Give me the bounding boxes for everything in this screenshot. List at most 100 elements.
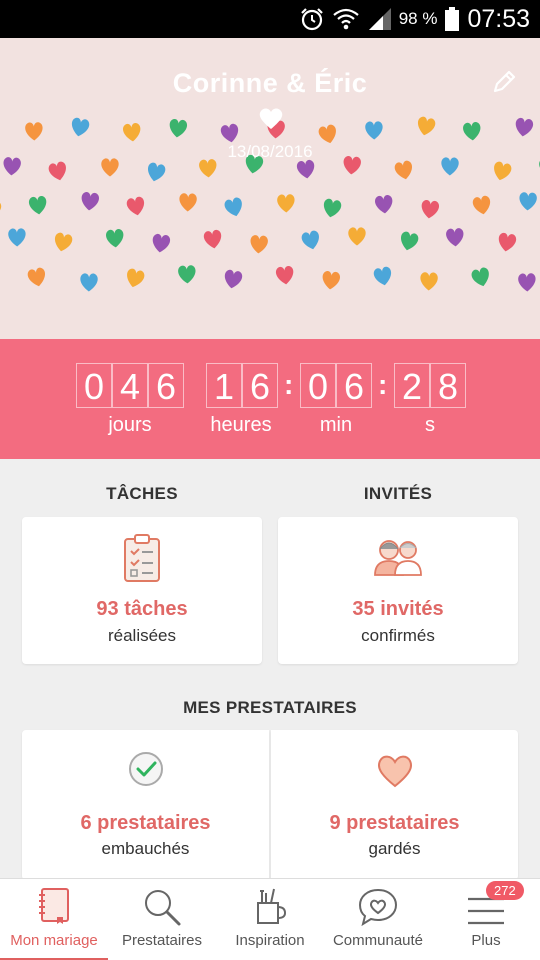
- seconds-label: s: [425, 414, 435, 436]
- alarm-icon: [300, 8, 323, 31]
- pattern-heart: [224, 269, 243, 289]
- days-digit: 6: [148, 363, 184, 408]
- edit-pencil-icon[interactable]: [490, 68, 518, 96]
- signal-icon: [368, 8, 391, 30]
- countdown-banner: 0 4 6 1 6 : 0 6 : 2 8 jours heures min s: [0, 339, 540, 459]
- pattern-heart: [518, 273, 536, 292]
- pattern-heart: [179, 193, 197, 212]
- battery-icon: [445, 7, 460, 31]
- pattern-heart: [394, 160, 413, 180]
- days-digit: 0: [76, 363, 112, 408]
- guests-title: INVITÉS: [363, 484, 433, 503]
- pattern-heart: [8, 228, 26, 247]
- minutes-label: min: [319, 414, 353, 436]
- pattern-heart: [323, 198, 342, 218]
- tab-inspiration[interactable]: Inspiration: [216, 879, 324, 960]
- pattern-heart: [374, 195, 393, 214]
- saved-vendors-subtitle: gardés: [368, 839, 421, 858]
- pattern-heart: [127, 268, 145, 288]
- guests-couple-icon: [374, 540, 422, 576]
- pattern-heart: [122, 123, 141, 142]
- pattern-heart: [275, 265, 294, 285]
- pattern-heart: [301, 230, 319, 250]
- pattern-heart: [203, 229, 222, 249]
- pattern-heart: [126, 196, 145, 216]
- status-bar: 98 % 07:53: [0, 0, 540, 38]
- pattern-heart: [515, 117, 534, 137]
- tab-label: Communauté: [332, 932, 424, 949]
- hours-digit: 1: [206, 363, 242, 408]
- time-separator: :: [284, 369, 294, 400]
- tab-mon-mariage[interactable]: Mon mariage: [0, 879, 108, 960]
- pattern-heart: [48, 161, 66, 181]
- hired-vendors-subtitle: embauchés: [101, 839, 190, 858]
- pattern-heart: [28, 195, 47, 215]
- couple-names: Corinne & Éric: [172, 68, 368, 98]
- pattern-heart: [322, 271, 341, 290]
- pattern-heart: [220, 123, 239, 143]
- tasks-subtitle: réalisées: [107, 626, 177, 645]
- pattern-heart: [224, 197, 242, 217]
- pattern-heart: [519, 192, 537, 211]
- notebook-icon: [39, 888, 69, 924]
- pattern-heart: [420, 272, 438, 291]
- status-clock: 07:53: [467, 4, 530, 33]
- pattern-heart: [71, 117, 90, 137]
- tab-prestataires[interactable]: Prestataires: [108, 879, 216, 960]
- pattern-heart: [417, 116, 436, 136]
- pattern-heart: [348, 227, 366, 246]
- pattern-heart: [250, 235, 268, 254]
- minutes-digit: 0: [300, 363, 336, 408]
- pattern-heart: [54, 232, 73, 252]
- pattern-heart: [373, 266, 392, 286]
- heart-icon: [259, 108, 283, 129]
- pencil-cup-icon: [257, 888, 287, 924]
- wedding-date: 13/08/2016: [227, 142, 313, 161]
- pattern-heart: [365, 121, 383, 140]
- pattern-heart: [178, 265, 196, 284]
- wedding-header: Corinne & Éric 13/08/2016: [0, 38, 540, 339]
- pattern-heart: [463, 122, 481, 141]
- tab-label: Mon mariage: [10, 932, 98, 949]
- clipboard-checklist-icon: [124, 534, 160, 582]
- days-digit: 4: [112, 363, 148, 408]
- pattern-heart: [277, 194, 295, 213]
- minutes-digit: 6: [336, 363, 372, 408]
- check-circle-icon: [128, 752, 163, 786]
- search-icon: [145, 890, 181, 926]
- tasks-count: 93 tâches: [96, 598, 188, 620]
- days-label: jours: [108, 414, 152, 436]
- tab-label: Prestataires: [121, 932, 203, 949]
- pattern-heart: [494, 161, 512, 181]
- pattern-heart: [296, 159, 315, 179]
- pattern-heart: [446, 228, 464, 247]
- pattern-heart: [401, 231, 419, 251]
- hired-vendors-card[interactable]: 6 prestataires embauchés: [22, 730, 269, 880]
- bottom-tab-bar: Mon mariage Prestataires Inspiration Com…: [0, 878, 540, 960]
- pattern-heart: [81, 192, 100, 211]
- hired-vendors-count: 6 prestataires: [80, 812, 211, 834]
- pattern-heart: [169, 118, 188, 138]
- pattern-heart: [498, 232, 517, 252]
- pattern-heart: [148, 162, 166, 182]
- guests-count: 35 invités: [352, 598, 444, 620]
- pattern-heart: [152, 233, 171, 253]
- pattern-heart: [80, 273, 98, 292]
- seconds-digit: 8: [430, 363, 466, 408]
- hours-label: heures: [210, 414, 272, 436]
- heart-icon: [377, 755, 412, 788]
- wifi-icon: [332, 8, 359, 30]
- pattern-heart: [0, 199, 2, 219]
- chat-heart-icon: [358, 888, 398, 927]
- tab-label: Inspiration: [235, 932, 305, 949]
- pattern-heart: [421, 199, 440, 219]
- pattern-heart: [27, 267, 46, 287]
- hours-digit: 6: [242, 363, 278, 408]
- tab-communaute[interactable]: Communauté: [324, 879, 432, 960]
- guests-card[interactable]: 35 invités confirmés: [278, 517, 518, 664]
- pattern-heart: [472, 195, 491, 215]
- tab-label: Plus: [471, 932, 501, 949]
- notification-badge: 272: [486, 881, 524, 900]
- saved-vendors-card[interactable]: 9 prestataires gardés: [271, 730, 518, 880]
- tasks-card[interactable]: 93 tâches réalisées: [22, 517, 262, 664]
